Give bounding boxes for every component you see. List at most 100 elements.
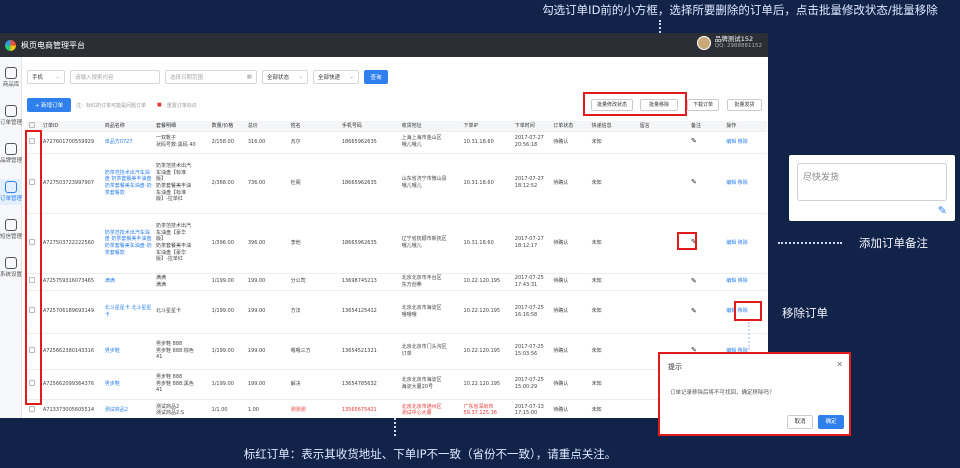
sidebar-item-label: 商品库 [2, 82, 20, 88]
table-row: A725706189693149 北斗星星卡 北斗星星卡 北斗星星卡 1/199.00… [27, 289, 767, 333]
product-link[interactable]: 男步鞋 [105, 348, 120, 354]
user-name: 品牌测试152 [714, 35, 754, 43]
logistics-select[interactable]: 全部快递 ⌄ [313, 70, 359, 84]
user-menu[interactable]: 品牌测试152 QQ: 2988881152 [696, 35, 762, 50]
total: 1.00 [247, 406, 259, 413]
search-input[interactable]: 请输入搜索内容 [70, 70, 160, 84]
annotation-bottom: 标红订单：表示其收货地址、下单IP不一致（省份不一致），请重点关注。 [243, 447, 617, 461]
express: 未知 [591, 138, 602, 145]
product-link[interactable]: 奶茶范技术出汽车油盘 奶茶套餐美丰油盘 奶茶套餐美车油盘-奶茶套餐款 [105, 230, 152, 256]
addr: 哦儿哦儿 [401, 142, 422, 148]
order-status: 待确认 [553, 239, 569, 246]
search-button[interactable]: 查询 [364, 70, 388, 84]
ip: 10.22.120.195 [463, 308, 501, 315]
qty-price: 1/1.00 [211, 406, 228, 413]
pkg: 版】-拉单红 [156, 196, 183, 203]
confirm-dialog: 提示 ✕ 订单记录移除后将不可找回，确定移除吗？ 取消 确定 [658, 352, 851, 436]
express: 未知 [591, 179, 602, 186]
pkg: 状码号数:黑码 40 [156, 142, 196, 148]
reset-flag-link[interactable]: 重置订单标识 [167, 102, 197, 109]
user-qq: QQ: 2988881152 [714, 43, 762, 49]
pkg: 男步鞋 888:棕色 [156, 347, 194, 354]
customer-name: 分公司 [290, 278, 306, 285]
addr: 哦儿哦儿 [401, 243, 422, 249]
customer-name: 瓦尔 [290, 138, 301, 145]
edit-link[interactable]: 编辑 [726, 240, 736, 246]
confirm-button[interactable]: 确定 [818, 415, 844, 429]
addr: 哦哦哦 [401, 311, 417, 318]
time: 20:56:18 [514, 142, 538, 148]
avatar[interactable] [696, 36, 711, 50]
remove-link[interactable]: 移除 [738, 240, 748, 246]
pencil-icon[interactable]: ✎ [938, 204, 947, 217]
product-link[interactable]: 男步鞋 [105, 381, 120, 387]
time: 15:03:56 [514, 351, 538, 357]
date-range-input[interactable]: 选择日期范围 ▦ [165, 70, 257, 84]
ip: 10.31.18.60 [463, 138, 494, 145]
edit-link[interactable]: 编辑 [726, 278, 736, 284]
time: 2017-07-25 [514, 304, 544, 311]
column-header: 套餐明细 [154, 121, 210, 131]
pkg: 一双靴子 [156, 135, 177, 142]
sidebar-item-1[interactable]: 订单管理 [0, 103, 22, 129]
phone: 18665962635 [341, 138, 377, 145]
pkg: 版】 [156, 236, 167, 243]
cancel-button[interactable]: 取消 [787, 415, 813, 429]
ip: 10.31.18.60 [463, 239, 494, 246]
express: 未知 [591, 406, 602, 413]
edit-remark-icon[interactable]: ✎ [691, 277, 697, 285]
table-row: A727503723997907 奶茶范技术出汽车油盘 奶茶套餐美丰油盘 奶茶套餐… [27, 152, 767, 213]
action-bar: + 新增订单 注：标红的订单可能是问题订单 ■ 重置订单标识 [27, 98, 197, 112]
pkg: 奶茶套餐美丰油 [156, 243, 192, 249]
qty-price: 1/396.00 [211, 239, 234, 246]
select-all-checkbox[interactable] [29, 121, 35, 128]
edit-remark-icon[interactable]: ✎ [691, 137, 697, 145]
row-checkbox[interactable] [29, 405, 35, 412]
status-select[interactable]: 全部状态 ⌄ [262, 70, 308, 84]
sidebar-item-4[interactable]: 短信管理 [0, 217, 22, 243]
list-icon [5, 105, 17, 117]
remark-textarea[interactable]: 尽快发货 [797, 163, 947, 201]
edit-remark-icon[interactable]: ✎ [691, 178, 697, 186]
time: 2017-07-25 [514, 274, 544, 281]
sidebar-item-2[interactable]: 品牌管理 [0, 141, 22, 167]
column-header: 订单状态 [551, 121, 590, 131]
product-link[interactable]: 单品方0727 [105, 139, 133, 145]
express: 未知 [591, 347, 602, 354]
batch-ship-button[interactable]: 批量发货 [727, 99, 762, 111]
sidebar-item-3[interactable]: 订单管理 [0, 179, 22, 205]
edit-link[interactable]: 编辑 [726, 180, 736, 186]
column-header: 快递信息 [589, 121, 638, 131]
remove-link[interactable]: 移除 [738, 139, 748, 145]
close-icon[interactable]: ✕ [836, 360, 843, 369]
ip: 10.22.120.195 [463, 380, 501, 387]
product-link[interactable]: 奶茶范技术出汽车油盘 奶茶套餐美丰油盘 奶茶套餐美车油盘-奶茶套餐款 [105, 170, 152, 196]
remove-link[interactable]: 移除 [738, 278, 748, 284]
app-window: 枫页电商管理平台 品牌测试152 QQ: 2988881152 商品库 订单管理 品牌… [0, 33, 768, 418]
edit-link[interactable]: 编辑 [726, 139, 736, 145]
gear-icon [5, 257, 17, 269]
pkg: 男步鞋 888:黑色 [156, 380, 194, 387]
addr: 订单 [401, 351, 412, 357]
sidebar-item-5[interactable]: 系统设置 [0, 255, 22, 281]
sidebar-item-0[interactable]: 商品库 [0, 65, 22, 91]
table-row: A727503722222560 奶茶范技术出汽车油盘 奶茶套餐美丰油盘 奶茶套餐… [27, 212, 767, 273]
remove-link[interactable]: 移除 [738, 180, 748, 186]
edit-remark-icon[interactable]: ✎ [691, 307, 697, 315]
addr: 北京北京市门头沟区 [401, 344, 447, 351]
time: 2017-07-13 [514, 403, 544, 410]
product-link[interactable]: 满满 [105, 278, 115, 284]
pkg: 奶茶套餐美丰油 [156, 183, 192, 189]
product-link[interactable]: 北斗星星卡 北斗星星卡 [105, 305, 152, 318]
product-link[interactable]: 测试商品2 [105, 407, 128, 413]
add-order-button[interactable]: + 新增订单 [27, 98, 71, 112]
sidebar: 商品库 订单管理 品牌管理 订单管理 短信管理 系统设置 [0, 57, 22, 418]
dialog-title: 提示 [668, 363, 682, 371]
message-icon [5, 219, 17, 231]
total: 316.00 [247, 138, 266, 145]
addr: 海淀大厦20号 [401, 384, 433, 390]
download-orders-button[interactable]: 下载订单 [687, 99, 719, 111]
addr: 辽宁省抚顺市新抚区 [401, 236, 447, 243]
search-type-select[interactable]: 手机 ⌄ [27, 70, 65, 84]
logo-icon [5, 39, 16, 51]
